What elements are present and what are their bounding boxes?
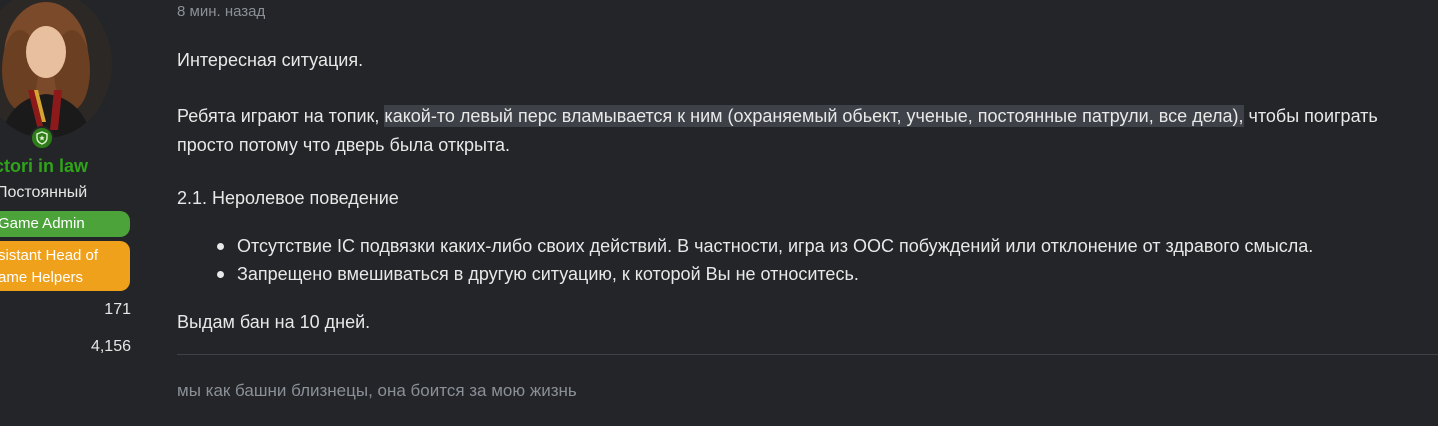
post-paragraph: Интересная ситуация. <box>177 50 364 70</box>
avatar[interactable] <box>0 0 112 138</box>
forum-post: ctori in law Постоянный Game Admin sista… <box>0 0 1438 426</box>
post-verdict: Выдам бан на 10 дней. <box>177 312 371 332</box>
role-banner-game-admin: Game Admin <box>0 211 130 237</box>
role-banner-assistant-head: sistant Head of ame Helpers <box>0 241 130 291</box>
rule-heading: 2.1. Неролевое поведение <box>177 188 399 208</box>
stat-reactions: 4,156 <box>90 338 131 355</box>
stat-messages: 171 <box>104 301 131 318</box>
post-timestamp[interactable]: 8 мин. назад <box>177 3 265 20</box>
user-info: ctori in law Постоянный Game Admin sista… <box>0 0 150 426</box>
user-signature: мы как башни близнецы, она боится за мою… <box>177 381 577 400</box>
rules-list: Отсутствие IC подвязки каких-либо своих … <box>213 232 1313 288</box>
post-paragraph: просто потому что дверь была открыта. <box>177 135 511 155</box>
post-text: чтобы поиграть <box>1243 106 1378 126</box>
list-item: Запрещено вмешиваться в другую ситуацию,… <box>213 260 1313 288</box>
post-body: 8 мин. назад Интересная ситуация. Ребята… <box>177 0 1438 426</box>
selected-text: какой-то левый перс вламывается к ним (о… <box>384 105 1244 127</box>
role-banner-line: ame Helpers <box>0 269 84 286</box>
list-item: Отсутствие IC подвязки каких-либо своих … <box>213 232 1313 260</box>
post-paragraph: Ребята играют на топик, какой-то левый п… <box>177 104 1378 128</box>
shield-star-icon <box>30 126 54 150</box>
post-text: Ребята играют на топик, <box>177 106 385 126</box>
signature-divider <box>177 354 1438 355</box>
role-banner-line: sistant Head of <box>0 247 99 264</box>
user-title: Постоянный <box>0 184 88 201</box>
username[interactable]: ctori in law <box>0 156 88 177</box>
